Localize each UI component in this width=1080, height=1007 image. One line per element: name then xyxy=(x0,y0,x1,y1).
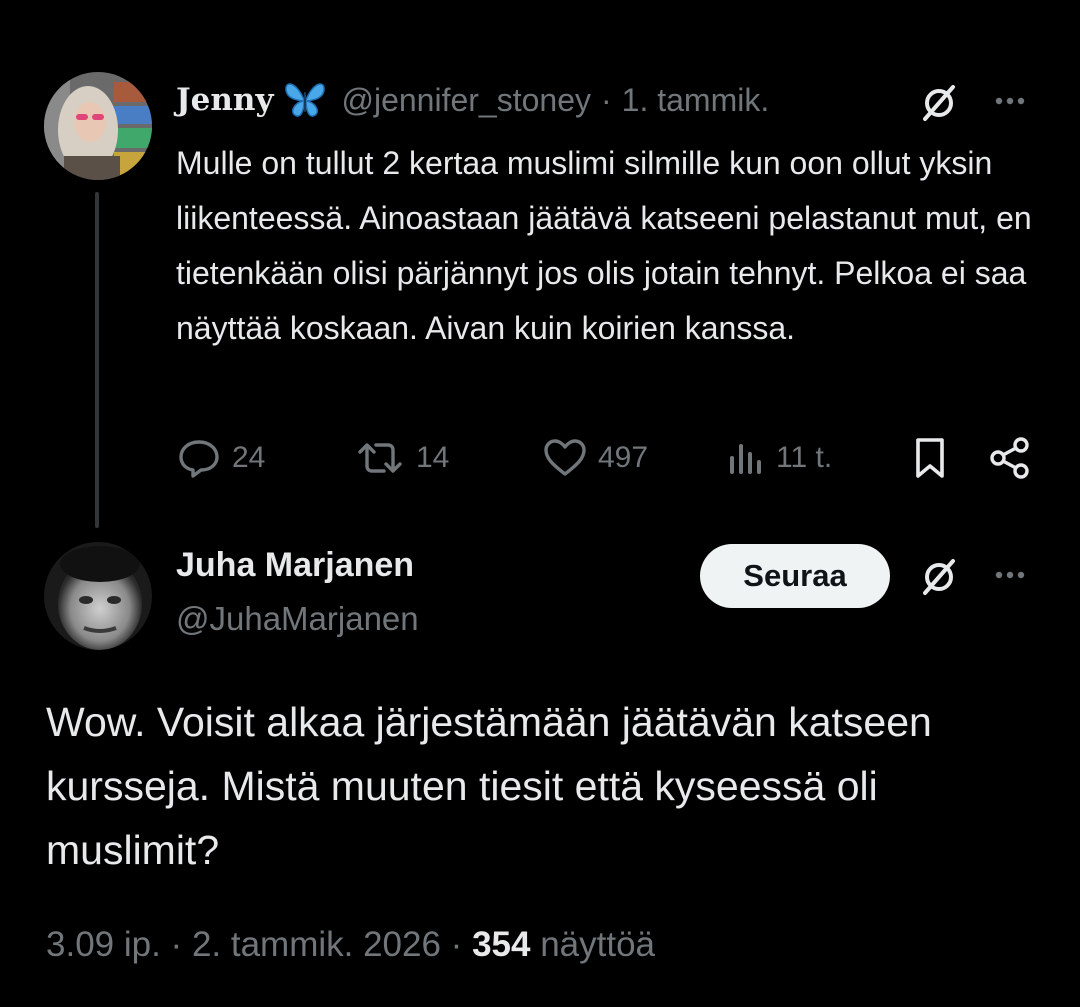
reply-action[interactable]: 24 xyxy=(176,430,265,486)
follow-button[interactable]: Seuraa xyxy=(700,544,890,608)
more-options-icon[interactable] xyxy=(990,560,1030,590)
tweet-meta: 3.09 ip. · 2. tammik. 2026 · 354 näyttöä xyxy=(46,925,655,965)
repost-count: 14 xyxy=(416,441,450,474)
author-name[interactable]: Jenny xyxy=(176,82,273,118)
tweet-full-date[interactable]: 2. tammik. 2026 xyxy=(192,925,441,964)
repost-icon xyxy=(354,438,406,478)
grok-icon[interactable] xyxy=(914,552,964,602)
views-icon xyxy=(726,438,766,478)
views-count: 11 t. xyxy=(776,441,833,474)
like-count: 497 xyxy=(598,441,649,474)
bookmark-icon[interactable] xyxy=(910,430,950,486)
tweet-header: Jenny @jennifer_stoney · 1. tammik. xyxy=(176,78,769,122)
views-action[interactable]: 11 t. xyxy=(726,430,832,486)
separator-dot: · xyxy=(170,925,183,964)
reply-tweet-text: Wow. Voisit alkaa järjestämään jäätävän … xyxy=(46,699,932,873)
repost-action[interactable]: 14 xyxy=(354,430,449,486)
reply-author-name[interactable]: Juha Marjanen xyxy=(176,546,414,585)
separator-dot: · xyxy=(601,81,612,118)
view-count-number: 354 xyxy=(472,925,531,964)
author-handle[interactable]: @jennifer_stoney xyxy=(341,82,591,119)
jenny-avatar[interactable] xyxy=(44,72,152,180)
separator-dot: · xyxy=(450,925,463,964)
butterfly-emoji-icon xyxy=(283,80,327,120)
grok-icon[interactable] xyxy=(914,78,964,128)
tweet-date[interactable]: 1. tammik. xyxy=(622,82,770,119)
juha-avatar[interactable] xyxy=(44,542,152,650)
like-action[interactable]: 497 xyxy=(542,430,648,486)
reply-icon xyxy=(176,438,222,478)
tweet-text: Mulle on tullut 2 kertaa muslimi silmill… xyxy=(176,145,1032,346)
tweet-time[interactable]: 3.09 ip. xyxy=(46,925,161,964)
view-count-label: näyttöä xyxy=(540,925,656,964)
reply-author-handle[interactable]: @JuhaMarjanen xyxy=(176,600,419,638)
reply-count: 24 xyxy=(232,441,266,474)
share-icon[interactable] xyxy=(988,430,1032,486)
thread-connector-line xyxy=(95,192,99,528)
more-options-icon[interactable] xyxy=(990,86,1030,116)
like-icon xyxy=(542,438,588,478)
